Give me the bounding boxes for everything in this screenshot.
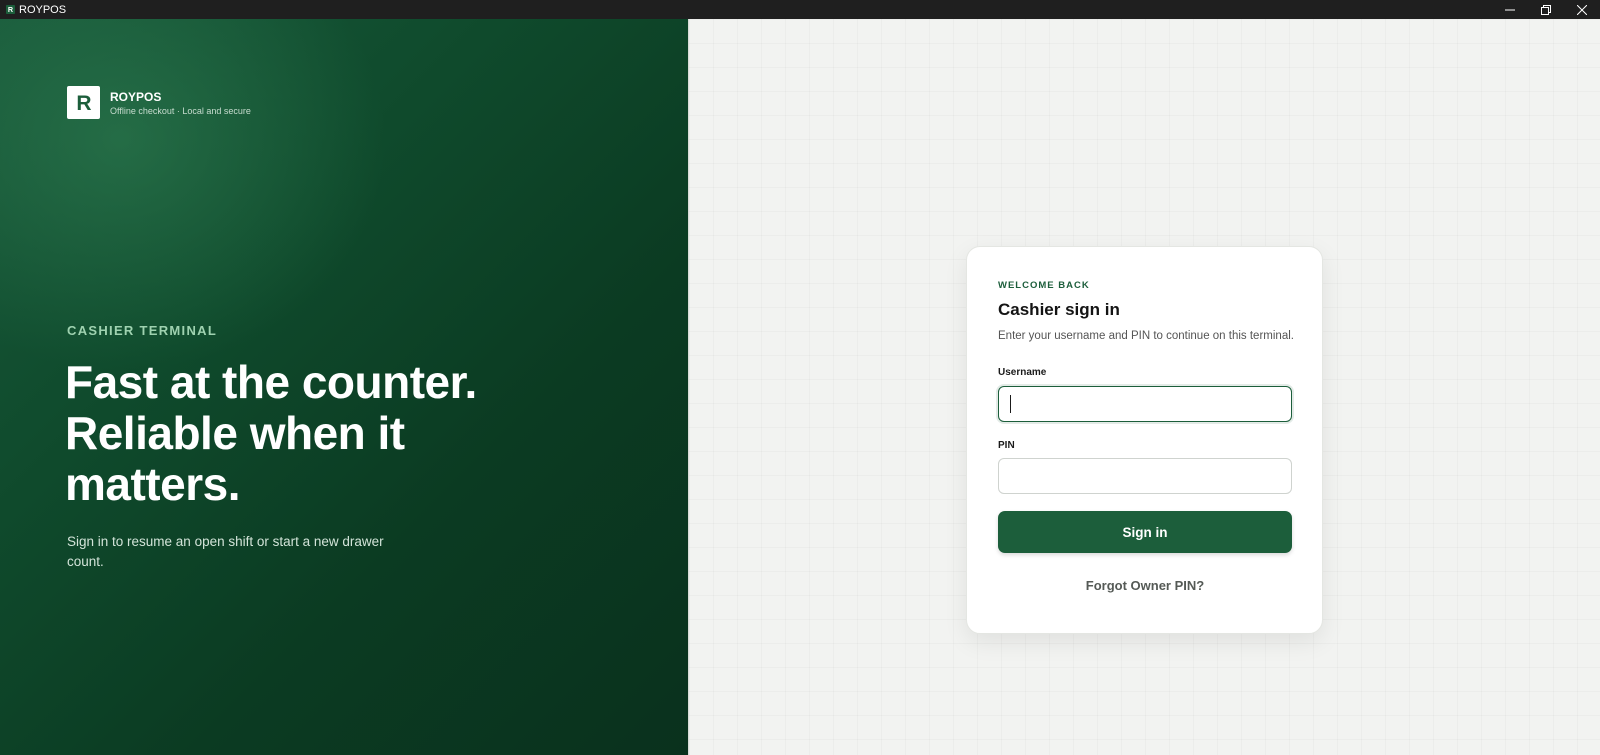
svg-text:R: R [7, 5, 13, 14]
sign-in-button[interactable]: Sign in [998, 511, 1292, 553]
card-title: Cashier sign in [998, 300, 1120, 319]
hero-subtext: Sign in to resume an open shift or start… [67, 534, 384, 569]
forgot-pin-link[interactable]: Forgot Owner PIN? [998, 578, 1292, 593]
card-subtitle: Enter your username and PIN to continue … [998, 330, 1294, 342]
close-button[interactable] [1564, 0, 1600, 19]
restore-icon [1541, 4, 1551, 15]
window-title: ROYPOS [19, 3, 67, 16]
hero-panel: R ROYPOS Offline checkout · Local and se… [0, 19, 689, 755]
app-icon: R [5, 5, 15, 15]
brand-text: ROYPOS Offline checkout · Local and secu… [110, 90, 251, 116]
brand-logo-icon: R [67, 86, 100, 119]
minimize-button[interactable] [1492, 0, 1528, 19]
brand-name: ROYPOS [110, 89, 162, 104]
pin-input[interactable] [998, 458, 1292, 494]
window-titlebar: R ROYPOS [0, 0, 1600, 19]
pin-label: PIN [998, 440, 1015, 451]
card-eyebrow: WELCOME BACK [998, 280, 1090, 291]
close-icon [1577, 4, 1587, 15]
brand-tagline: Offline checkout · Local and secure [110, 105, 251, 116]
username-label: Username [998, 367, 1047, 378]
brand: R ROYPOS Offline checkout · Local and se… [67, 86, 251, 119]
hero-eyebrow: CASHIER TERMINAL [67, 323, 218, 338]
window-controls [1492, 0, 1600, 19]
text-caret [1010, 395, 1011, 413]
username-input[interactable] [998, 386, 1292, 422]
minimize-icon [1505, 9, 1515, 10]
restore-button[interactable] [1528, 0, 1564, 19]
login-card: WELCOME BACK Cashier sign in Enter your … [966, 246, 1323, 634]
svg-text:R: R [76, 92, 91, 115]
hero-headline: Fast at the counter. Reliable when it ma… [65, 356, 477, 510]
